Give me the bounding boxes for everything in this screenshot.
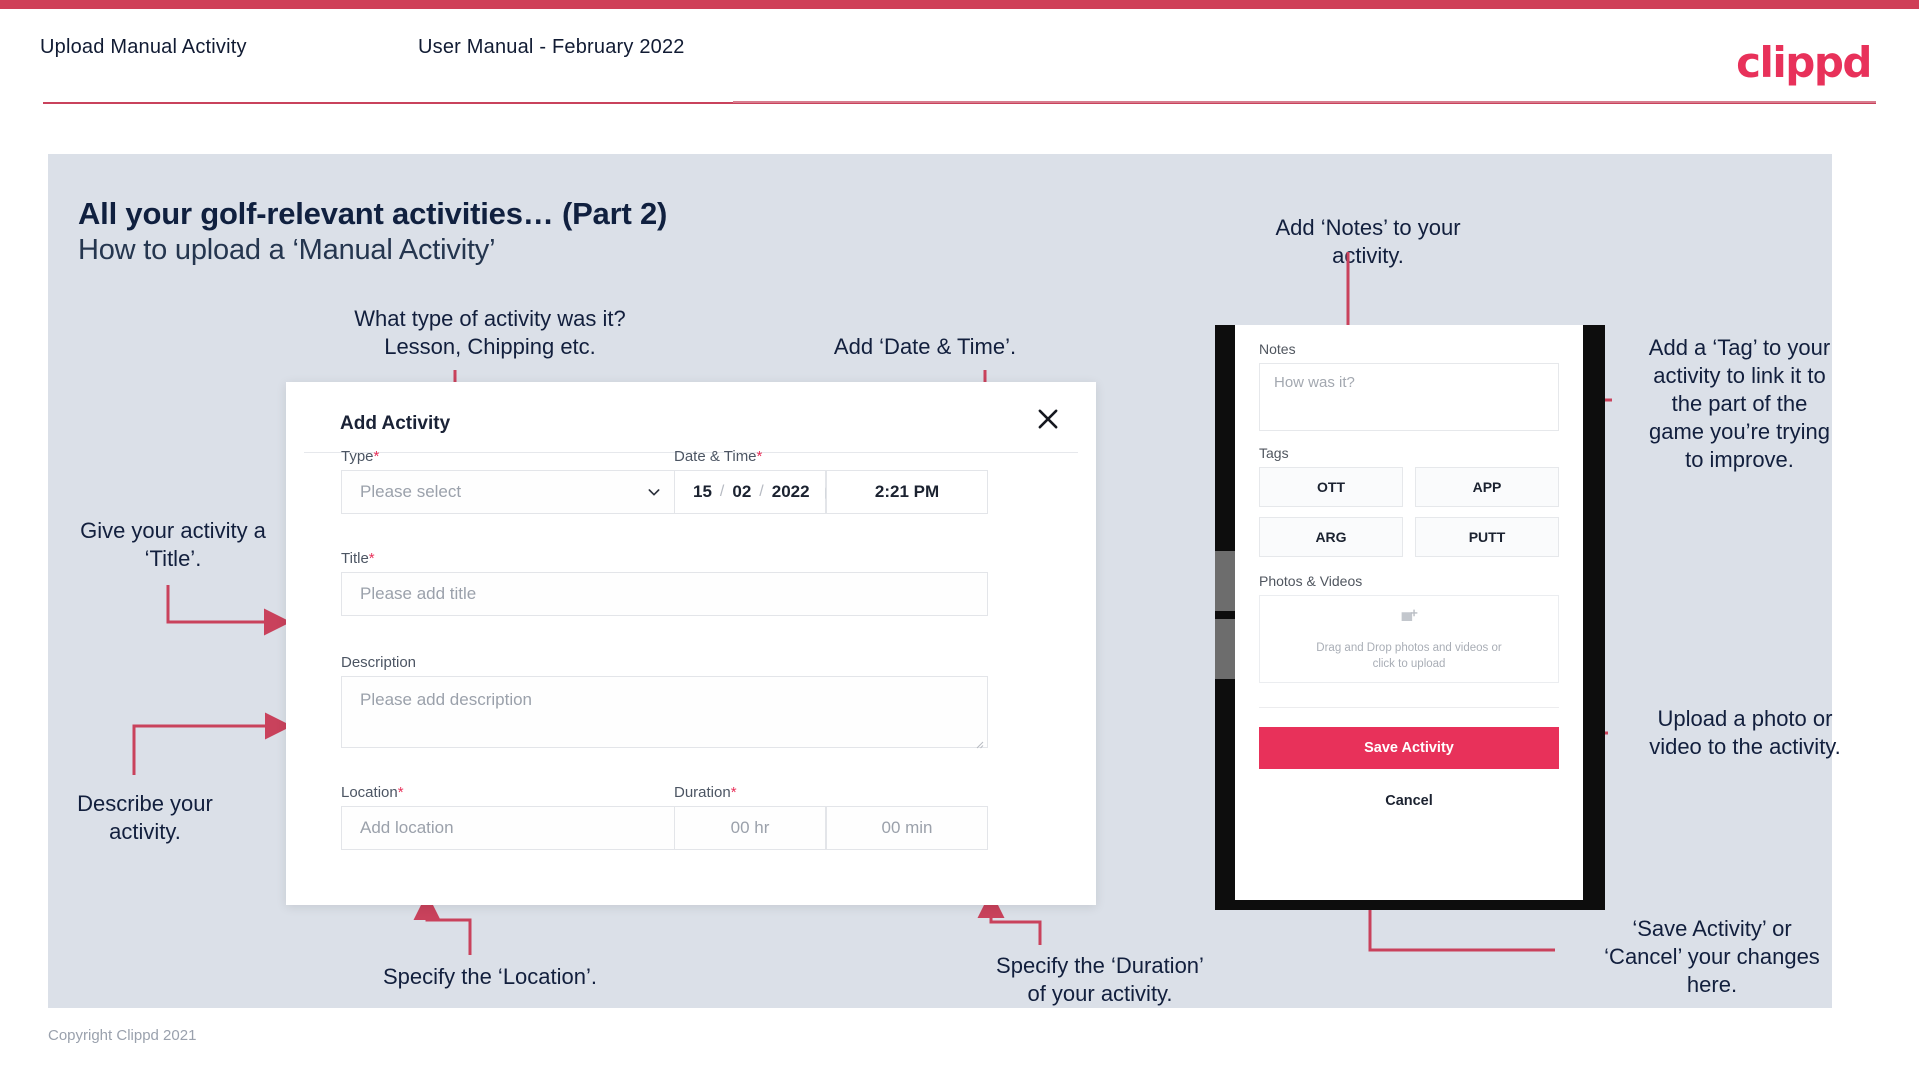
annotation-duration: Specify the ‘Duration’ of your activity. (955, 952, 1245, 1008)
add-activity-dialog: Add Activity Type* Please select Date & … (286, 382, 1096, 905)
chevron-down-icon (646, 484, 662, 500)
annotation-notes-line1: Add ‘Notes’ to your (1275, 215, 1461, 240)
copyright-text: Copyright Clippd 2021 (48, 1027, 197, 1044)
duration-hours-placeholder: 00 hr (730, 818, 770, 837)
header-left-title: Upload Manual Activity (40, 36, 247, 58)
tag-button-app[interactable]: APP (1415, 467, 1559, 507)
description-label: Description (341, 654, 417, 671)
title-input[interactable]: Please add title (341, 572, 988, 616)
phone-volume-down-button (1215, 619, 1235, 679)
notes-placeholder: How was it? (1274, 374, 1355, 391)
location-input[interactable]: Add location (341, 806, 679, 850)
photo-video-dropzone[interactable]: Drag and Drop photos and videos or click… (1259, 595, 1559, 683)
annotation-describe: Describe your activity. (30, 790, 260, 846)
phone-volume-up-button (1215, 551, 1235, 611)
annotation-tag-line3: the part of the (1671, 391, 1808, 416)
annotation-title: Give your activity a ‘Title’. (38, 517, 308, 573)
title-placeholder: Please add title (360, 584, 477, 603)
time-input[interactable]: 2:21 PM (826, 470, 988, 514)
annotation-tag-line2: activity to link it to (1653, 363, 1826, 388)
notes-textarea[interactable]: How was it? (1259, 363, 1559, 431)
annotation-save-line1: ‘Save Activity’ or (1632, 916, 1792, 941)
slide-title-primary: All your golf-relevant activities… (Part… (78, 196, 668, 231)
annotation-save-line3: here. (1686, 972, 1738, 997)
cancel-button[interactable]: Cancel (1259, 793, 1559, 809)
date-month: 02 (732, 482, 752, 501)
annotation-type-line1: What type of activity was it? (354, 306, 626, 331)
clippd-logo: clippd (1736, 38, 1872, 87)
date-sep-2: / (759, 483, 764, 500)
phone-divider (1259, 707, 1559, 708)
annotation-tag-line5: to improve. (1685, 447, 1794, 472)
type-label: Type* (341, 448, 380, 465)
annotation-save-line2: ‘Cancel’ your changes (1604, 944, 1820, 969)
annotation-datetime: Add ‘Date & Time’. (833, 334, 1017, 359)
datetime-required-mark: * (756, 448, 763, 465)
dialog-title: Add Activity (340, 413, 451, 434)
annotation-duration-line1: Specify the ‘Duration’ (996, 953, 1204, 978)
dropzone-line1: Drag and Drop photos and videos or (1316, 641, 1502, 654)
annotation-describe-line2: activity. (109, 819, 181, 844)
tag-button-putt[interactable]: PUTT (1415, 517, 1559, 557)
time-value: 2:21 PM (874, 482, 940, 501)
annotation-notes: Add ‘Notes’ to your activity. (1232, 214, 1504, 270)
annotation-upload-line1: Upload a photo or (1657, 706, 1833, 731)
annotation-tag-line4: game you’re trying (1649, 419, 1830, 444)
annotation-save-cancel: ‘Save Activity’ or ‘Cancel’ your changes… (1562, 915, 1862, 999)
annotation-notes-line2: activity. (1332, 243, 1404, 268)
annotation-type-line2: Lesson, Chipping etc. (384, 334, 596, 359)
annotation-location: Specify the ‘Location’. (382, 964, 598, 989)
duration-minutes-input[interactable]: 00 min (826, 806, 988, 850)
annotation-title-line1: Give your activity a (80, 518, 266, 543)
annotation-tag-line1: Add a ‘Tag’ to your (1648, 335, 1831, 360)
add-photo-icon (1399, 607, 1420, 633)
date-input[interactable]: 15 / 02 / 2022 (674, 470, 841, 514)
location-placeholder: Add location (360, 818, 454, 837)
annotation-describe-line1: Describe your (77, 791, 213, 816)
tag-button-arg[interactable]: ARG (1259, 517, 1403, 557)
slide-page: Upload Manual Activity User Manual - Feb… (0, 0, 1919, 1079)
duration-minutes-placeholder: 00 min (881, 818, 933, 837)
description-placeholder: Please add description (360, 690, 533, 709)
duration-required-mark: * (730, 784, 737, 801)
tags-label: Tags (1259, 445, 1289, 461)
top-accent-bar (0, 0, 1919, 9)
title-required-mark: * (368, 550, 375, 567)
annotation-type: What type of activity was it? Lesson, Ch… (330, 305, 650, 361)
dropzone-line2: click to upload (1372, 657, 1446, 670)
annotation-duration-line2: of your activity. (1027, 981, 1173, 1006)
phone-mockup: Notes How was it? Tags OTT APP ARG PUTT … (1215, 325, 1605, 910)
duration-label: Duration* (674, 784, 737, 801)
resize-handle-icon[interactable] (974, 734, 984, 749)
annotation-tag: Add a ‘Tag’ to your activity to link it … (1617, 334, 1862, 474)
type-select[interactable]: Please select (341, 470, 679, 514)
header-center-title: User Manual - February 2022 (418, 36, 685, 58)
annotation-upload: Upload a photo or video to the activity. (1620, 705, 1870, 761)
slide-title-secondary: How to upload a ‘Manual Activity’ (78, 234, 496, 266)
description-textarea[interactable]: Please add description (341, 676, 988, 749)
title-label: Title* (341, 550, 375, 567)
duration-hours-input[interactable]: 00 hr (674, 806, 826, 850)
date-day: 15 (693, 482, 712, 501)
location-label: Location* (341, 784, 404, 801)
notes-label: Notes (1259, 341, 1296, 357)
type-required-mark: * (373, 448, 380, 465)
annotation-upload-line2: video to the activity. (1649, 734, 1841, 759)
tag-button-ott[interactable]: OTT (1259, 467, 1403, 507)
header-divider-fade (733, 101, 1876, 103)
location-required-mark: * (397, 784, 404, 801)
datetime-label: Date & Time* (674, 448, 763, 465)
annotation-title-line2: ‘Title’. (144, 546, 202, 571)
date-year: 2022 (771, 482, 810, 501)
close-icon[interactable] (1034, 405, 1062, 433)
photos-videos-label: Photos & Videos (1259, 573, 1363, 589)
type-placeholder: Please select (360, 482, 462, 501)
date-sep-1: / (719, 483, 725, 500)
phone-screen: Notes How was it? Tags OTT APP ARG PUTT … (1235, 325, 1583, 900)
save-activity-button[interactable]: Save Activity (1259, 727, 1559, 769)
